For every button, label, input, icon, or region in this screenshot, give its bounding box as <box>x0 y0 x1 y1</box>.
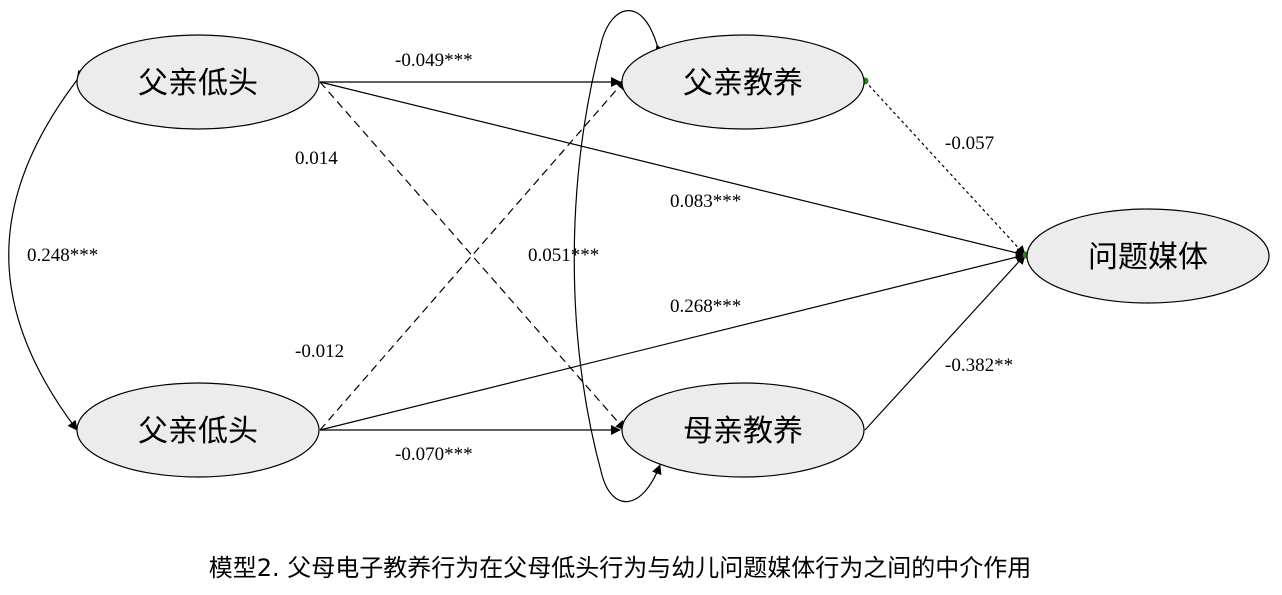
node-label: 父亲低头 <box>138 414 258 449</box>
coef-mp-to-fm: -0.012 <box>295 341 344 362</box>
coef-mp-to-child: 0.268*** <box>670 296 741 317</box>
coef-mp-to-mm: -0.070*** <box>395 444 473 465</box>
node-label: 母亲教养 <box>683 414 803 449</box>
coef-fm-to-child: -0.057 <box>945 133 994 154</box>
coef-fp-to-mm: 0.014 <box>295 148 338 169</box>
coef-phubbing-covariance: 0.248*** <box>27 245 98 266</box>
coef-fp-to-child: 0.083*** <box>670 191 741 212</box>
coef-fp-to-fm: -0.049*** <box>395 50 473 71</box>
path-diagram: 父亲低头 父亲低头 父亲教养 母亲教养 问题媒体 -0.049*** 0.014… <box>8 10 1270 503</box>
node-label: 父亲低头 <box>138 66 258 101</box>
node-mother-mediation: 母亲教养 <box>621 382 865 478</box>
node-child-media: 问题媒体 <box>1026 208 1270 304</box>
coef-mediation-covariance: 0.051*** <box>528 245 599 266</box>
node-label: 问题媒体 <box>1088 240 1208 275</box>
node-mother-phubbing: 父亲低头 <box>76 382 320 478</box>
path-fm-to-child <box>864 80 1026 256</box>
path-mm-to-child <box>864 254 1026 431</box>
node-label: 父亲教养 <box>683 66 803 101</box>
figure-caption: 模型2. 父母电子教养行为在父母低头行为与幼儿问题媒体行为之间的中介作用 <box>208 554 1032 582</box>
coef-mm-to-child: -0.382** <box>945 355 1013 376</box>
node-father-mediation: 父亲教养 <box>621 34 865 130</box>
node-father-phubbing: 父亲低头 <box>76 34 320 130</box>
